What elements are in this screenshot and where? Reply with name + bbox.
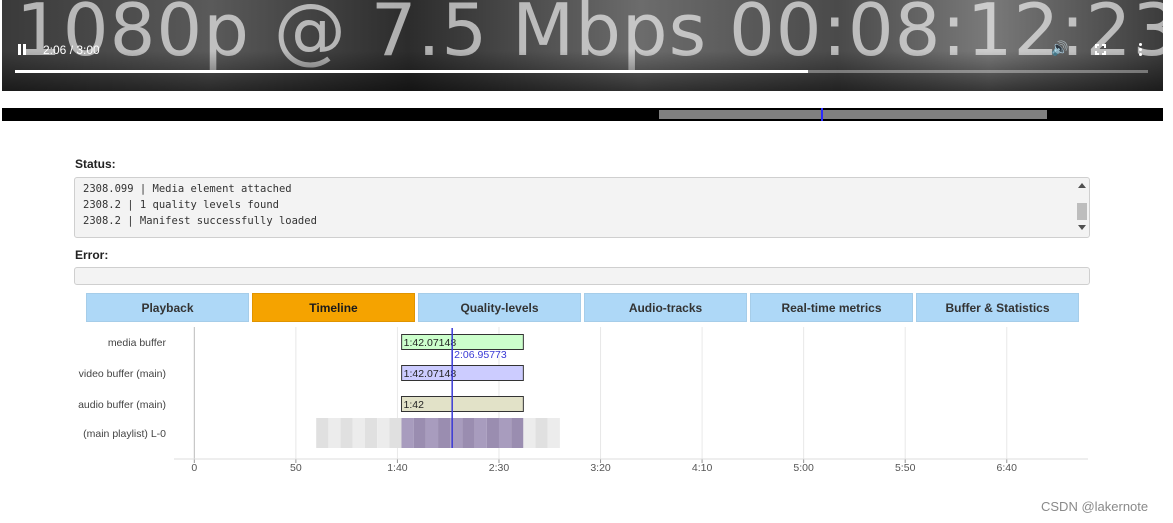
tab-playback[interactable]: Playback (86, 293, 249, 322)
playlist-segment (425, 418, 439, 448)
seek-bar-played (15, 70, 809, 73)
tab-real-time-metrics[interactable]: Real-time metrics (750, 293, 913, 322)
buffered-range (659, 110, 1047, 119)
axis-tick-label: 1:40 (387, 462, 408, 474)
axis-tick-label: 3:20 (590, 462, 611, 474)
scroll-up-icon[interactable] (1078, 183, 1086, 188)
playlist-segment (316, 418, 329, 448)
playlist-segment (340, 418, 353, 448)
seek-bar[interactable] (15, 70, 1148, 73)
status-log[interactable]: 2308.099 | Media element attached 2308.2… (74, 177, 1090, 238)
log-scrollbar[interactable] (1075, 179, 1088, 236)
playlist-segment (486, 418, 499, 448)
tab-audio-tracks[interactable]: Audio-tracks (584, 293, 747, 322)
row-label: video buffer (main) (79, 368, 166, 380)
buffered-range-bar[interactable] (2, 108, 1163, 121)
row-label: audio buffer (main) (78, 399, 166, 411)
playlist-segment (364, 418, 378, 448)
playhead-marker (820, 108, 823, 121)
status-label: Status: (75, 157, 116, 171)
log-line: 2308.2 | Manifest successfully loaded (83, 215, 317, 227)
tab-bar: Playback Timeline Quality-levels Audio-t… (86, 293, 1080, 322)
playlist-segment (535, 418, 548, 448)
buffer-bar-label: 1:42 (403, 399, 424, 411)
watermark: CSDN @lakernote (1041, 499, 1149, 514)
scroll-thumb[interactable] (1077, 203, 1087, 220)
axis-tick-label: 2:30 (489, 462, 510, 474)
axis-tick-label: 50 (290, 462, 302, 474)
time-display: 2:06 / 3:00 (43, 43, 100, 57)
playlist-segment (401, 418, 414, 448)
error-output[interactable] (74, 267, 1090, 285)
axis-tick-label: 0 (191, 462, 197, 474)
axis-tick-label: 5:50 (895, 462, 916, 474)
playlist-segment (389, 418, 402, 448)
buffer-bar-label: 1:42.07148 (404, 368, 457, 380)
axis-tick-label: 4:10 (692, 462, 713, 474)
axis-tick-label: 5:00 (793, 462, 814, 474)
playlist-segment (328, 418, 341, 448)
volume-icon[interactable]: 🔊 (1051, 42, 1068, 56)
tab-buffer-statistics[interactable]: Buffer & Statistics (916, 293, 1079, 322)
tab-quality-levels[interactable]: Quality-levels (418, 293, 581, 322)
playlist-segment (462, 418, 475, 448)
video-player[interactable]: 1080p @ 7.5 Mbps 00:08:12:23 2:06 / 3:00… (2, 0, 1163, 91)
playlist-segment (413, 418, 426, 448)
playlist-segment (547, 418, 560, 448)
playlist-segment (511, 418, 524, 448)
playlist-segment (377, 418, 390, 448)
log-line: 2308.2 | 1 quality levels found (83, 199, 279, 211)
playlist-segment (523, 418, 536, 448)
pause-icon[interactable] (17, 44, 29, 56)
row-label: (main playlist) L-0 (83, 428, 166, 440)
axis-tick-label: 6:40 (997, 462, 1018, 474)
playlist-segment (352, 418, 365, 448)
row-label: media buffer (108, 337, 167, 349)
more-options-icon[interactable] (1138, 43, 1142, 56)
tab-timeline[interactable]: Timeline (252, 293, 415, 322)
timeline-chart[interactable]: 0 50 1:40 2:30 3:20 4:10 5:00 5:50 6:40 media buf… (0, 325, 1173, 480)
playhead-time-label: 2:06.95773 (454, 349, 507, 361)
error-label: Error: (75, 248, 109, 262)
playlist-segment (498, 418, 512, 448)
log-line: 2308.099 | Media element attached (83, 183, 292, 195)
playlist-segment (438, 418, 451, 448)
scroll-down-icon[interactable] (1078, 225, 1086, 230)
fullscreen-icon[interactable] (1095, 44, 1106, 55)
playlist-segment (474, 418, 487, 448)
buffer-bar-label: 1:42.07148 (404, 337, 457, 349)
